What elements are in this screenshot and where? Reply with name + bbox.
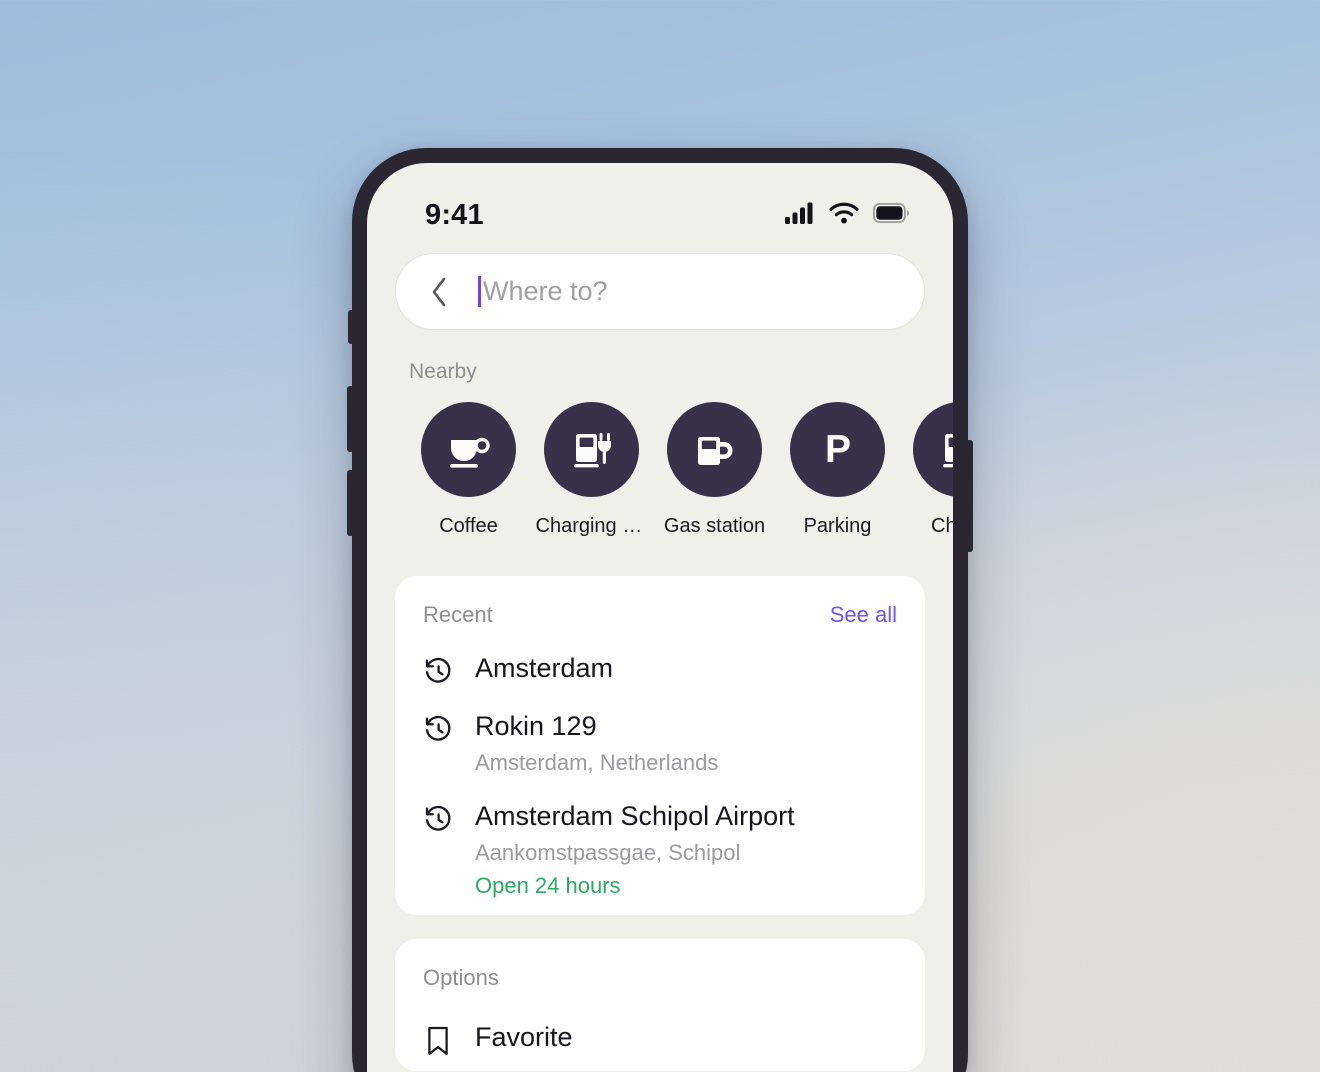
status-bar: 9:41 (367, 163, 953, 249)
volume-up-button[interactable] (347, 386, 354, 452)
open-status-badge: Open 24 hours (475, 872, 621, 898)
ev-charging-station-icon (544, 402, 639, 497)
recent-card: Recent See all Amsterdam Rokin 129 Amste… (395, 576, 925, 915)
history-clock-icon (423, 656, 453, 686)
volume-down-button[interactable] (347, 470, 354, 536)
status-time: 9:41 (425, 198, 484, 231)
coffee-cup-icon (421, 402, 516, 497)
nearby-section-label: Nearby (409, 360, 477, 383)
recent-list-item[interactable]: Amsterdam (395, 628, 925, 686)
history-clock-icon (423, 804, 453, 834)
battery-icon (872, 202, 909, 228)
power-button[interactable] (966, 440, 973, 552)
history-clock-icon (423, 714, 453, 744)
nearby-item-charging-station[interactable]: Charging st... (536, 402, 648, 538)
recent-card-header: Recent See all (395, 602, 925, 628)
nearby-item-parking[interactable]: P Parking (790, 402, 885, 538)
nearby-item-label: Coffee (439, 515, 498, 537)
search-bar[interactable] (395, 253, 925, 330)
options-list-item-favorite[interactable]: Favorite (395, 991, 925, 1055)
status-icons (785, 202, 909, 229)
ev-charging-station-icon (913, 402, 953, 497)
see-all-link[interactable]: See all (830, 602, 897, 628)
search-input[interactable] (483, 276, 898, 307)
nearby-item-label: Gas station (663, 515, 766, 537)
nearby-item-label: Parking (803, 515, 872, 537)
recent-item-text: Amsterdam Schipol Airport Aankomstpassga… (475, 800, 795, 899)
nearby-item-label: Charging st... (535, 515, 648, 537)
bookmark-icon (423, 1025, 453, 1055)
recent-item-subtitle: Amsterdam, Netherlands (475, 749, 719, 775)
phone-screen: 9:41 Where to? Nearby Coffee Charging st… (367, 163, 953, 1072)
search-row (367, 249, 953, 330)
options-card: Options Favorite (395, 939, 925, 1071)
recent-item-subtitle: Aankomstpassgae, Schipol (475, 840, 741, 865)
nearby-item-label: Chargi (931, 515, 953, 537)
recent-item-title: Amsterdam (475, 653, 614, 683)
recent-item-title: Rokin 129 (475, 711, 597, 741)
parking-p-icon: P (790, 402, 885, 497)
recent-title: Recent (423, 602, 493, 627)
chevron-left-icon[interactable] (422, 275, 456, 309)
options-item-text: Favorite (475, 1021, 573, 1055)
options-item-label: Favorite (475, 1022, 573, 1052)
nearby-strip[interactable]: Coffee Charging st... Gas station P Park… (367, 384, 953, 538)
options-card-header: Options (395, 965, 925, 991)
recent-list-item[interactable]: Rokin 129 Amsterdam, Netherlands (395, 686, 925, 776)
nearby-item-charging-station-2[interactable]: Chargi (913, 402, 953, 538)
nearby-item-gas-station[interactable]: Gas station (663, 402, 766, 538)
cellular-signal-icon (785, 202, 815, 229)
svg-text:P: P (824, 428, 850, 471)
silence-switch-button[interactable] (348, 310, 354, 344)
recent-item-text: Amsterdam (475, 652, 613, 686)
recent-item-title: Amsterdam Schipol Airport (475, 801, 795, 832)
fuel-pump-icon (667, 402, 762, 497)
text-caret (478, 276, 481, 307)
recent-list-item[interactable]: Amsterdam Schipol Airport Aankomstpassga… (395, 776, 925, 899)
nearby-item-coffee[interactable]: Coffee (421, 402, 516, 538)
phone-mockup: 9:41 Where to? Nearby Coffee Charging st… (347, 148, 973, 1072)
recent-item-text: Rokin 129 Amsterdam, Netherlands (475, 710, 718, 776)
options-title: Options (423, 965, 499, 990)
wifi-icon (829, 202, 859, 229)
